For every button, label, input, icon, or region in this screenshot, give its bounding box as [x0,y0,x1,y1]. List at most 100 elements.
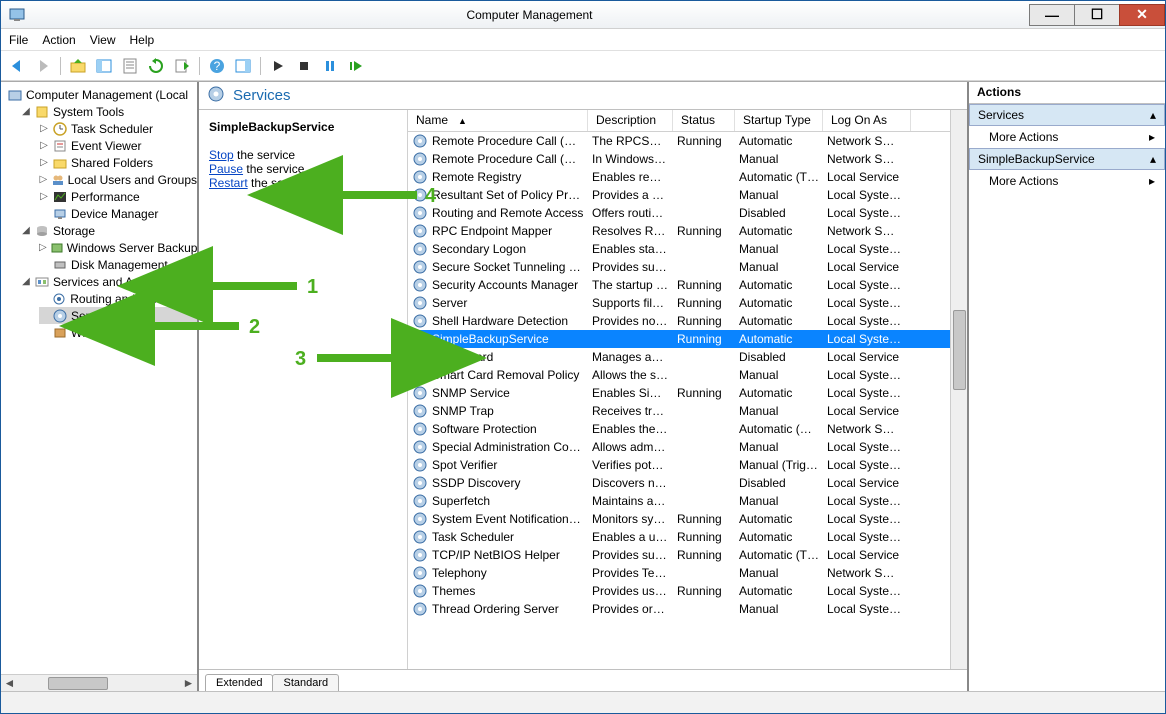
cell-name: RPC Endpoint Mapper [428,224,588,238]
service-row[interactable]: Shell Hardware DetectionProvides no…Runn… [408,312,967,330]
col-status[interactable]: Status [673,110,735,131]
restart-service-link[interactable]: Restart [209,176,248,190]
service-row[interactable]: Secure Socket Tunneling Pr…Provides su…M… [408,258,967,276]
cell-logon: Network S… [823,566,911,580]
bottom-tabs: Extended Standard [199,669,967,691]
cell-name: Remote Procedure Call (RP… [428,152,588,166]
cell-logon: Local Service [823,548,911,562]
service-row[interactable]: Software ProtectionEnables the …Automati… [408,420,967,438]
service-row[interactable]: RPC Endpoint MapperResolves RP…RunningAu… [408,222,967,240]
tab-extended[interactable]: Extended [205,674,273,691]
service-row[interactable]: SNMP ServiceEnables Sim…RunningAutomatic… [408,384,967,402]
gear-icon [412,476,428,490]
help-icon[interactable]: ? [207,56,227,76]
tree-local-users[interactable]: ▷Local Users and Groups [39,171,197,188]
cell-logon: Local Syste… [823,332,911,346]
tree-system-tools[interactable]: ◢System Tools [21,103,197,120]
actions-section-selected[interactable]: SimpleBackupService▴ [969,148,1165,170]
col-name[interactable]: Name ▲ [408,110,588,131]
cell-description: Provides su… [588,548,673,562]
tree-wsb[interactable]: ▷Windows Server Backup [39,239,197,256]
service-row[interactable]: SSDP DiscoveryDiscovers n…DisabledLocal … [408,474,967,492]
service-row[interactable]: ServerSupports fil…RunningAutomaticLocal… [408,294,967,312]
menu-file[interactable]: File [9,33,28,47]
service-row[interactable]: Smart Card Removal PolicyAllows the s…Ma… [408,366,967,384]
service-row[interactable]: System Event Notification S…Monitors sy…… [408,510,967,528]
cell-startup: Manual (Trig… [735,458,823,472]
service-row[interactable]: Special Administration Con…Allows adm…Ma… [408,438,967,456]
maximize-button[interactable]: ☐ [1074,4,1120,26]
vertical-scrollbar[interactable] [950,110,967,669]
tree-disk-mgmt[interactable]: Disk Management [39,256,197,273]
cell-name: Smart Card [428,350,588,364]
menu-action[interactable]: Action [42,33,75,47]
cell-logon: Local Syste… [823,440,911,454]
more-actions-selected[interactable]: More Actions▸ [969,170,1165,192]
menu-view[interactable]: View [90,33,116,47]
tree-performance[interactable]: ▷Performance [39,188,197,205]
service-row[interactable]: TCP/IP NetBIOS HelperProvides su…Running… [408,546,967,564]
export-icon[interactable] [172,56,192,76]
service-row[interactable]: Resultant Set of Policy Provi…Provides a… [408,186,967,204]
minimize-button[interactable]: — [1029,4,1075,26]
properties-icon[interactable] [120,56,140,76]
service-row[interactable]: Spot VerifierVerifies pot…Manual (Trig…L… [408,456,967,474]
tree-rra[interactable]: Routing and Remote Ac [39,290,197,307]
actions-section-services[interactable]: Services▴ [969,104,1165,126]
gear-icon [412,566,428,580]
service-row[interactable]: Security Accounts ManagerThe startup …Ru… [408,276,967,294]
gear-icon [412,584,428,598]
forward-button[interactable] [33,56,53,76]
tree-storage[interactable]: ◢Storage [21,222,197,239]
tree-event-viewer[interactable]: ▷Event Viewer [39,137,197,154]
service-row[interactable]: ThemesProvides us…RunningAutomaticLocal … [408,582,967,600]
up-one-level-icon[interactable] [68,56,88,76]
pause-service-link[interactable]: Pause [209,162,243,176]
tree-task-scheduler[interactable]: ▷Task Scheduler [39,120,197,137]
restart-service-icon[interactable] [346,56,366,76]
tree-shared-folders[interactable]: ▷Shared Folders [39,154,197,171]
tree-horizontal-scrollbar[interactable]: ◄► [1,674,197,691]
show-hide-tree-icon[interactable] [94,56,114,76]
service-row[interactable]: Secondary LogonEnables star…ManualLocal … [408,240,967,258]
service-row[interactable]: Remote Procedure Call (RPC)The RPCSS …Ru… [408,132,967,150]
cell-name: Spot Verifier [428,458,588,472]
list-body[interactable]: Remote Procedure Call (RPC)The RPCSS …Ru… [408,132,967,669]
service-row[interactable]: Remote Procedure Call (RP…In Windows…Man… [408,150,967,168]
wmi-icon [52,325,68,341]
service-row[interactable]: SuperfetchMaintains a…ManualLocal Syste… [408,492,967,510]
refresh-icon[interactable] [146,56,166,76]
close-button[interactable]: ✕ [1119,4,1165,26]
cell-startup: Disabled [735,350,823,364]
tree-services-and-apps[interactable]: ◢Services and Applications [21,273,197,290]
menu-help[interactable]: Help [130,33,155,47]
tree-wmi[interactable]: WMI Control [39,324,197,341]
tree-services[interactable]: Services [39,307,197,324]
stop-service-link[interactable]: Stop [209,148,234,162]
service-row[interactable]: TelephonyProvides Tel…ManualNetwork S… [408,564,967,582]
stop-service-icon[interactable] [294,56,314,76]
service-row[interactable]: Task SchedulerEnables a us…RunningAutoma… [408,528,967,546]
col-description[interactable]: Description [588,110,673,131]
cell-name: Shell Hardware Detection [428,314,588,328]
more-actions-services[interactable]: More Actions▸ [969,126,1165,148]
back-button[interactable] [7,56,27,76]
tree-device-manager[interactable]: Device Manager [39,205,197,222]
cell-status: Running [673,134,735,148]
service-row[interactable]: SNMP TrapReceives tra…ManualLocal Servic… [408,402,967,420]
start-service-icon[interactable] [268,56,288,76]
service-row[interactable]: Remote RegistryEnables rem…Automatic (T…… [408,168,967,186]
service-row[interactable]: SimpleBackupServiceRunningAutomaticLocal… [408,330,967,348]
col-logon[interactable]: Log On As [823,110,911,131]
tree-root[interactable]: Computer Management (Local [7,86,197,103]
service-row[interactable]: Routing and Remote AccessOffers routi…Di… [408,204,967,222]
pause-service-icon[interactable] [320,56,340,76]
show-hide-action-icon[interactable] [233,56,253,76]
col-startup[interactable]: Startup Type [735,110,823,131]
cell-logon: Local Service [823,476,911,490]
service-row[interactable]: Thread Ordering ServerProvides or…Manual… [408,600,967,618]
cell-name: Thread Ordering Server [428,602,588,616]
tab-standard[interactable]: Standard [272,674,339,691]
service-row[interactable]: Smart CardManages ac…DisabledLocal Servi… [408,348,967,366]
workspace: Computer Management (Local ◢System Tools… [1,81,1165,691]
